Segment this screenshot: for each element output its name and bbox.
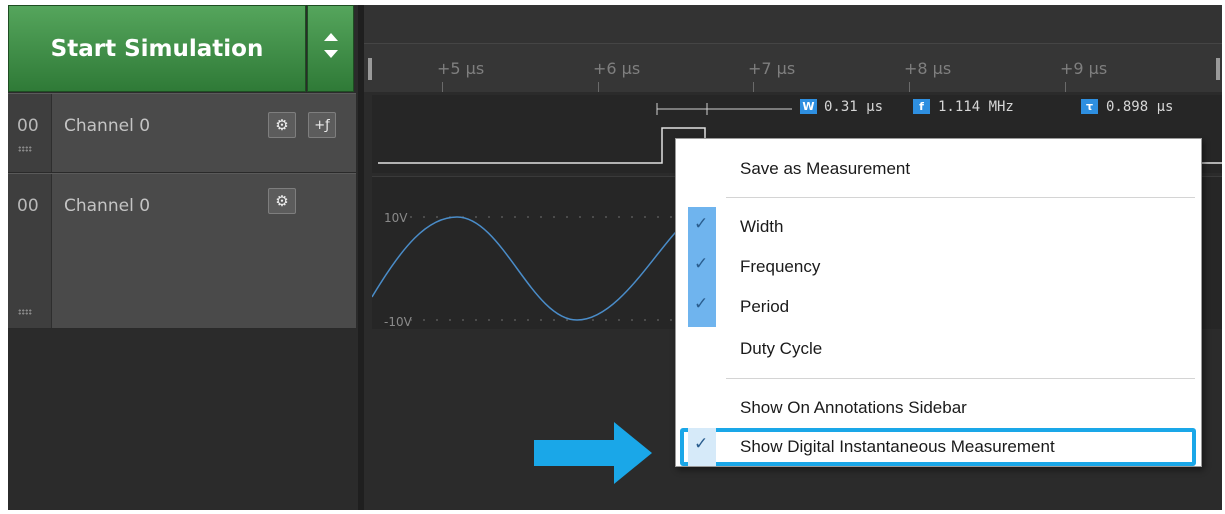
menu-item-label: Save as Measurement [740, 159, 911, 178]
menu-item-show-digital-instantaneous-measurement[interactable]: ✓ Show Digital Instantaneous Measurement [680, 428, 1196, 466]
menu-item-duty-cycle[interactable]: Duty Cycle [676, 329, 1201, 369]
channel-settings-button[interactable]: ⚙ [268, 188, 296, 214]
chevron-down-icon[interactable] [324, 50, 338, 58]
period-icon: τ [1081, 99, 1098, 114]
menu-item-label: Show On Annotations Sidebar [740, 398, 967, 417]
channel-index: 00 [17, 116, 39, 136]
edge-trigger-icon: +ƒ [314, 117, 330, 133]
tick-mark [909, 82, 910, 92]
tick-mark [1065, 82, 1066, 92]
gear-icon: ⚙ [275, 192, 289, 210]
channel-row-analog[interactable]: 00 Channel 0 ⚙ [8, 173, 356, 329]
simulation-stepper[interactable] [307, 5, 354, 92]
menu-item-show-on-annotations-sidebar[interactable]: Show On Annotations Sidebar [676, 388, 1201, 428]
menu-item-save-as-measurement[interactable]: Save as Measurement [676, 149, 1201, 189]
tick-mark [442, 82, 443, 92]
gear-icon: ⚙ [275, 116, 289, 134]
tick-label: +8 µs [904, 59, 952, 78]
menu-item-label: Frequency [740, 257, 821, 276]
tick-label: +7 µs [748, 59, 796, 78]
channel-name: Channel 0 [64, 196, 151, 216]
menu-item-label: Period [740, 297, 790, 316]
checkmark-icon: ✓ [688, 207, 716, 247]
menu-item-label: Show Digital Instantaneous Measurement [740, 437, 1055, 456]
tick-mark [753, 82, 754, 92]
measurement-readout: W 0.31 µs f 1.114 MHz τ 0.898 µs [376, 97, 1222, 119]
menu-item-width[interactable]: ✓ Width [676, 207, 1201, 247]
ruler-handle-right[interactable] [1216, 58, 1220, 80]
menu-item-label: Width [740, 217, 784, 236]
menu-separator [726, 378, 1195, 379]
channel-index: 00 [17, 196, 39, 216]
checkmark-icon: ✓ [688, 287, 716, 327]
menu-separator [726, 197, 1195, 198]
start-simulation-button[interactable]: Start Simulation [8, 5, 306, 92]
channel-row-digital[interactable]: 00 Channel 0 ⚙ +ƒ [8, 93, 356, 173]
frequency-icon: f [913, 99, 930, 114]
tick-label: +6 µs [593, 59, 641, 78]
channel-index-cell: 00 [8, 174, 52, 328]
width-icon: W [800, 99, 817, 114]
menu-item-frequency[interactable]: ✓ Frequency [676, 247, 1201, 287]
timeline-header [364, 5, 1222, 44]
ruler-handle-left[interactable] [368, 58, 372, 80]
menu-item-label: Duty Cycle [740, 339, 823, 358]
period-value: 0.898 µs [1106, 99, 1174, 115]
menu-item-period[interactable]: ✓ Period [676, 287, 1201, 327]
channel-settings-button[interactable]: ⚙ [268, 112, 296, 138]
context-menu: Save as Measurement ✓ Width ✓ Frequency … [675, 138, 1202, 467]
channel-index-cell: 00 [8, 94, 52, 172]
trigger-button[interactable]: +ƒ [308, 112, 336, 138]
checkmark-icon: ✓ [688, 247, 716, 287]
tick-mark [598, 82, 599, 92]
arrow-right-icon [534, 422, 652, 484]
time-ruler[interactable]: +5 µs +6 µs +7 µs +8 µs +9 µs [364, 44, 1222, 92]
width-value: 0.31 µs [824, 99, 884, 115]
drag-handle-icon[interactable] [18, 146, 32, 152]
tick-label: +5 µs [437, 59, 485, 78]
chevron-up-icon[interactable] [324, 33, 338, 41]
tick-label: +9 µs [1060, 59, 1108, 78]
frequency-value: 1.114 MHz [938, 99, 1014, 115]
channel-name: Channel 0 [64, 116, 151, 136]
checkmark-icon: ✓ [688, 428, 716, 466]
drag-handle-icon[interactable] [18, 309, 32, 315]
